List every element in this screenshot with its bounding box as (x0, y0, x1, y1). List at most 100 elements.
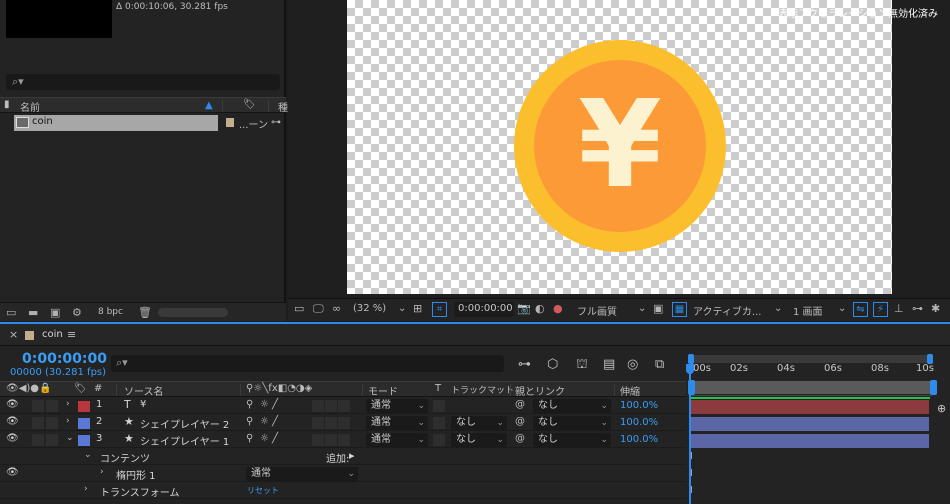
add-label[interactable]: 追加: (326, 450, 349, 465)
chevron-down-icon[interactable]: ⌄ (774, 303, 782, 314)
switches-header-icon[interactable]: ⚲☼╲fx◧◔◑◈ (246, 383, 312, 394)
color-channels-icon[interactable]: ● (553, 302, 563, 315)
ellipse-property-row[interactable]: 👁 › 楕円形 1 通常 ⌄ (0, 466, 686, 482)
motion-blur-icon[interactable]: ◎ (627, 357, 638, 372)
trash-icon[interactable]: 🗑 (138, 306, 152, 319)
stretch-value[interactable]: 100.0% (620, 434, 658, 445)
new-folder-icon[interactable]: ▬ (28, 306, 38, 319)
switch-box[interactable] (312, 417, 324, 429)
shy-layers-icon[interactable]: ⛫ (576, 357, 588, 374)
fast-preview-icon[interactable]: ⚡ (873, 302, 888, 317)
switch-box[interactable] (338, 400, 350, 412)
shy-switch-icon[interactable]: ⚲ (246, 416, 253, 427)
always-preview-icon[interactable]: ▭ (294, 302, 304, 315)
solo-toggle[interactable] (32, 417, 44, 429)
snapshot-camera-icon[interactable]: 📷 (517, 302, 531, 315)
eye-icon[interactable]: 👁 (6, 433, 19, 444)
stretch-value[interactable]: 100.0% (620, 417, 658, 428)
shy-switch-icon[interactable]: ⚲ (246, 399, 253, 410)
number-column[interactable]: # (94, 383, 102, 394)
shy-switch-icon[interactable]: ⚲ (246, 433, 253, 444)
panel-menu-icon[interactable]: ≡ (67, 328, 76, 341)
ellipse-label[interactable]: 楕円形 1 (116, 467, 156, 482)
camera-select[interactable]: アクティブカ... (693, 303, 761, 318)
reset-exposure-icon[interactable]: ✱ (931, 302, 940, 315)
lock-toggle[interactable] (46, 434, 58, 446)
quality-switch-icon[interactable]: ╱ (272, 399, 278, 410)
parent-header[interactable]: 親とリンク (515, 383, 565, 398)
chevron-right-icon[interactable]: › (66, 416, 70, 426)
track-matte-header[interactable]: トラックマット (451, 383, 514, 396)
chevron-down-icon[interactable]: ⌄ (398, 303, 406, 314)
tag-icon[interactable]: 🏷 (243, 99, 256, 110)
lock-toggle[interactable] (46, 400, 58, 412)
layer-name[interactable]: シェイプレイヤー 2 (140, 416, 229, 431)
quality-switch-icon[interactable]: ╱ (272, 433, 278, 444)
region-of-interest-icon[interactable]: ▣ (653, 302, 663, 315)
eye-icon[interactable]: 👁 (6, 467, 19, 478)
work-area-end-handle[interactable] (930, 380, 937, 395)
chevron-right-icon[interactable]: › (66, 399, 70, 409)
resolution-select[interactable]: フル画質 (577, 303, 617, 318)
chevron-down-icon[interactable]: ⌄ (838, 303, 846, 314)
pixel-aspect-icon[interactable]: ⇋ (853, 302, 868, 317)
collapse-switch-icon[interactable]: ☼ (260, 433, 269, 444)
bit-depth-label[interactable]: 8 bpc (98, 307, 123, 317)
chevron-down-icon[interactable]: ⌄ (66, 433, 74, 443)
layer-name[interactable]: ¥ (140, 399, 146, 410)
show-snapshot-icon[interactable]: ◐ (535, 302, 545, 315)
parent-select[interactable]: なし ⌄ (533, 416, 611, 430)
timeline-graph[interactable]: 00s 02s 04s 06s 08s 10s I I I ⊕ (686, 346, 950, 504)
layer-duration-bar[interactable] (691, 400, 929, 414)
safe-area-icon[interactable]: ⌗ (432, 302, 447, 317)
flowchart-icon[interactable]: ⊶ (912, 302, 923, 315)
eye-icon[interactable]: 👁 (6, 416, 19, 427)
view-layout-select[interactable]: 1 画面 (793, 303, 823, 318)
switch-box[interactable] (338, 434, 350, 446)
label-icon[interactable]: 🏷 (74, 383, 87, 394)
project-search-input[interactable]: ⌕▾ (6, 74, 280, 90)
switch-box[interactable] (312, 434, 324, 446)
switch-box[interactable] (325, 400, 337, 412)
pickwhip-icon[interactable]: @ (515, 416, 525, 427)
stretch-header[interactable]: 伸縮 (620, 383, 640, 398)
preserve-transparency-checkbox[interactable] (433, 434, 445, 446)
source-name-header[interactable]: ソース名 (124, 383, 164, 398)
pickwhip-icon[interactable]: @ (515, 399, 525, 410)
chevron-down-icon[interactable]: ⌄ (84, 450, 92, 460)
switch-box[interactable] (325, 417, 337, 429)
fit-frame-icon[interactable]: ⊞ (413, 302, 422, 315)
layer-duration-bar[interactable] (691, 417, 929, 431)
lock-toggle[interactable] (46, 417, 58, 429)
collapse-switch-icon[interactable]: ☼ (260, 399, 269, 410)
viewer-timecode[interactable]: 0:00:00:00 (454, 302, 514, 317)
track-matte-select[interactable]: なし ⌄ (451, 416, 507, 430)
layer-duration-bar[interactable] (691, 434, 929, 448)
composition-flowchart-icon[interactable]: ⊶ (518, 357, 531, 372)
timeline-search-input[interactable]: ⌕▾ (111, 355, 504, 372)
sort-ascending-icon[interactable]: ▲ (205, 100, 213, 111)
draft-3d-icon[interactable]: ⬡ (547, 357, 558, 372)
solo-toggle[interactable] (32, 434, 44, 446)
project-scrollbar[interactable] (158, 308, 228, 317)
pin-icon[interactable]: ⊕ (937, 402, 946, 415)
interpret-footage-icon[interactable]: ▭ (6, 306, 16, 319)
layer-row[interactable]: 👁 ⌄ 3 ★ シェイプレイヤー 1 ⚲ ☼ ╱ 通常 ⌄ なし ⌄ @ なし ⌄ 1… (0, 432, 686, 448)
current-time-indicator-head[interactable] (686, 364, 694, 374)
av-features-icon[interactable]: 👁◀)●🔒 (6, 383, 51, 394)
new-composition-icon[interactable]: ▣ (50, 306, 60, 319)
type-column-header[interactable]: 種 (278, 99, 288, 114)
layer-label-color[interactable] (78, 418, 90, 429)
label-color-swatch[interactable] (226, 118, 234, 127)
ellipse-blend-mode-select[interactable]: 通常 ⌄ (246, 467, 358, 481)
preserve-transparency-checkbox[interactable] (433, 400, 445, 412)
chevron-right-icon[interactable]: › (100, 467, 104, 477)
layer-row[interactable]: 👁 › 1 T ¥ ⚲ ☼ ╱ 通常 ⌄ @ なし ⌄ 100.0% (0, 398, 686, 414)
stretch-value[interactable]: 100.0% (620, 400, 658, 411)
mode-select[interactable]: 通常 ⌄ (366, 433, 428, 447)
flowchart-icon[interactable]: ⊶ (271, 117, 281, 128)
mode-select[interactable]: 通常 ⌄ (366, 399, 428, 413)
collapse-switch-icon[interactable]: ☼ (260, 416, 269, 427)
layer-label-color[interactable] (78, 435, 90, 446)
layer-row[interactable]: 👁 › 2 ★ シェイプレイヤー 2 ⚲ ☼ ╱ 通常 ⌄ なし ⌄ @ なし ⌄ 1… (0, 415, 686, 431)
